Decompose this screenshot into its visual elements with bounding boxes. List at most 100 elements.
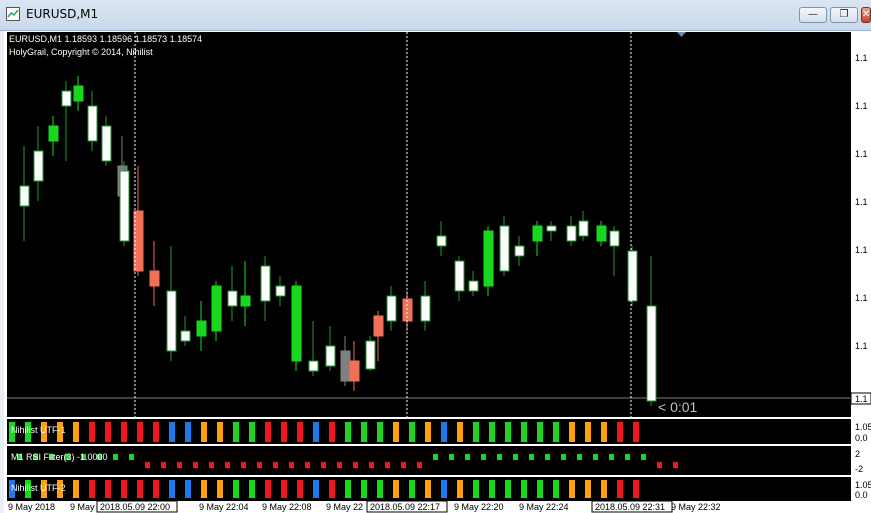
rsi-dot (113, 454, 118, 460)
minimize-icon: — (808, 9, 818, 20)
restore-icon: ❐ (839, 9, 849, 20)
time-tick-label: 9 May 22:24 (519, 502, 569, 512)
indicator-bar (569, 480, 575, 498)
price-tick-label: 1.1 (855, 197, 868, 207)
rsi-dot (609, 454, 614, 460)
time-tick-label: 9 May 22 (326, 502, 363, 512)
indicator-bar (313, 480, 319, 498)
candle-body (365, 340, 376, 370)
indicator-bar (537, 480, 543, 498)
candle-body (532, 225, 543, 242)
rsi-dot (161, 462, 166, 468)
subwindow-rsi[interactable] (7, 446, 851, 475)
time-tick-label: 9 May 2018 (8, 502, 55, 512)
candle-body (499, 225, 510, 272)
price-axis[interactable] (851, 32, 871, 417)
rsi-dot (657, 462, 662, 468)
indicator-bar (617, 422, 623, 442)
indicator-bar (297, 422, 303, 442)
indicator-bar (601, 480, 607, 498)
candle-body (260, 265, 271, 302)
chart-area[interactable]: EURUSD,M1 1.18593 1.18596 1.18573 1.1857… (4, 31, 871, 513)
rsi-dot (625, 454, 630, 460)
candle-body (61, 90, 72, 107)
candle-body (119, 170, 130, 242)
indicator-bar (249, 422, 255, 442)
indicator-bar (473, 480, 479, 498)
rsi-dot (353, 462, 358, 468)
indicator-bar (505, 480, 511, 498)
indicator-bar (137, 422, 143, 442)
indicator-bar (153, 422, 159, 442)
indicator-bar (345, 422, 351, 442)
rsi-dot (433, 454, 438, 460)
utf2-scale-top: 1.05 (855, 480, 871, 490)
candle-body (275, 285, 286, 297)
indicator-bar (105, 480, 111, 498)
minimize-button[interactable]: — (799, 7, 827, 23)
indicator-bar (569, 422, 575, 442)
indicator-bar (265, 422, 271, 442)
chart-header: EURUSD,M1 1.18593 1.18596 1.18573 1.1857… (9, 34, 202, 44)
candle-body (627, 250, 638, 302)
candle-body (340, 350, 351, 382)
indicator-bar (633, 422, 639, 442)
candle-body (149, 270, 160, 287)
candle-body (420, 295, 431, 322)
indicator-bar (153, 480, 159, 498)
rsi-dot (417, 462, 422, 468)
rsi-scale-top: 2 (855, 449, 860, 459)
rsi-dot (401, 462, 406, 468)
close-button[interactable]: ✕ (861, 7, 871, 23)
candle-body (87, 105, 98, 142)
candle-body (373, 315, 384, 337)
subwindow-rsi-title: M1 RSI Filter(3) -1.0000 (11, 452, 108, 462)
indicator-bar (441, 422, 447, 442)
indicator-bar (393, 422, 399, 442)
chart-canvas[interactable]: EURUSD,M1 1.18593 1.18596 1.18573 1.1857… (4, 31, 871, 513)
indicator-bar (585, 480, 591, 498)
candle-body (596, 225, 607, 242)
rsi-dot (209, 462, 214, 468)
candle-body (48, 125, 59, 142)
time-crosshair-label: 2018.05.09 22:00 (100, 502, 170, 512)
indicator-bar (537, 422, 543, 442)
close-icon: ✕ (862, 9, 871, 20)
indicator-bar (409, 480, 415, 498)
rsi-dot (225, 462, 230, 468)
indicator-bar (217, 480, 223, 498)
utf2-scale-bottom: 0.0 (855, 490, 868, 500)
indicator-bar (233, 480, 239, 498)
indicator-bar (73, 480, 79, 498)
bar-timer: < 0:01 (658, 399, 698, 415)
rsi-dot (369, 462, 374, 468)
price-tick-label: 1.1 (855, 341, 868, 351)
indicator-label: HolyGrail, Copyright © 2014, Nihilist (9, 47, 153, 57)
indicator-bar (457, 422, 463, 442)
restore-button[interactable]: ❐ (830, 7, 858, 23)
price-tick-label: 1.1 (855, 149, 868, 159)
indicator-bar (249, 480, 255, 498)
indicator-bar (521, 480, 527, 498)
indicator-bar (409, 422, 415, 442)
candle-body (101, 125, 112, 162)
candle-body (325, 345, 336, 367)
indicator-bar (217, 422, 223, 442)
rsi-dot (465, 454, 470, 460)
candle-body (578, 220, 589, 237)
candle-body (196, 320, 207, 337)
candle-body (566, 225, 577, 242)
candle-body (73, 85, 84, 102)
price-tick-label: 1.1 (855, 53, 868, 63)
candle-body (33, 150, 44, 182)
rsi-dot (337, 462, 342, 468)
rsi-dot (529, 454, 534, 460)
candle-body (180, 330, 191, 342)
indicator-bar (89, 480, 95, 498)
indicator-bar (137, 480, 143, 498)
indicator-bar (89, 422, 95, 442)
indicator-bar (169, 480, 175, 498)
candle-body (646, 305, 657, 402)
indicator-bar (441, 480, 447, 498)
indicator-bar (329, 480, 335, 498)
